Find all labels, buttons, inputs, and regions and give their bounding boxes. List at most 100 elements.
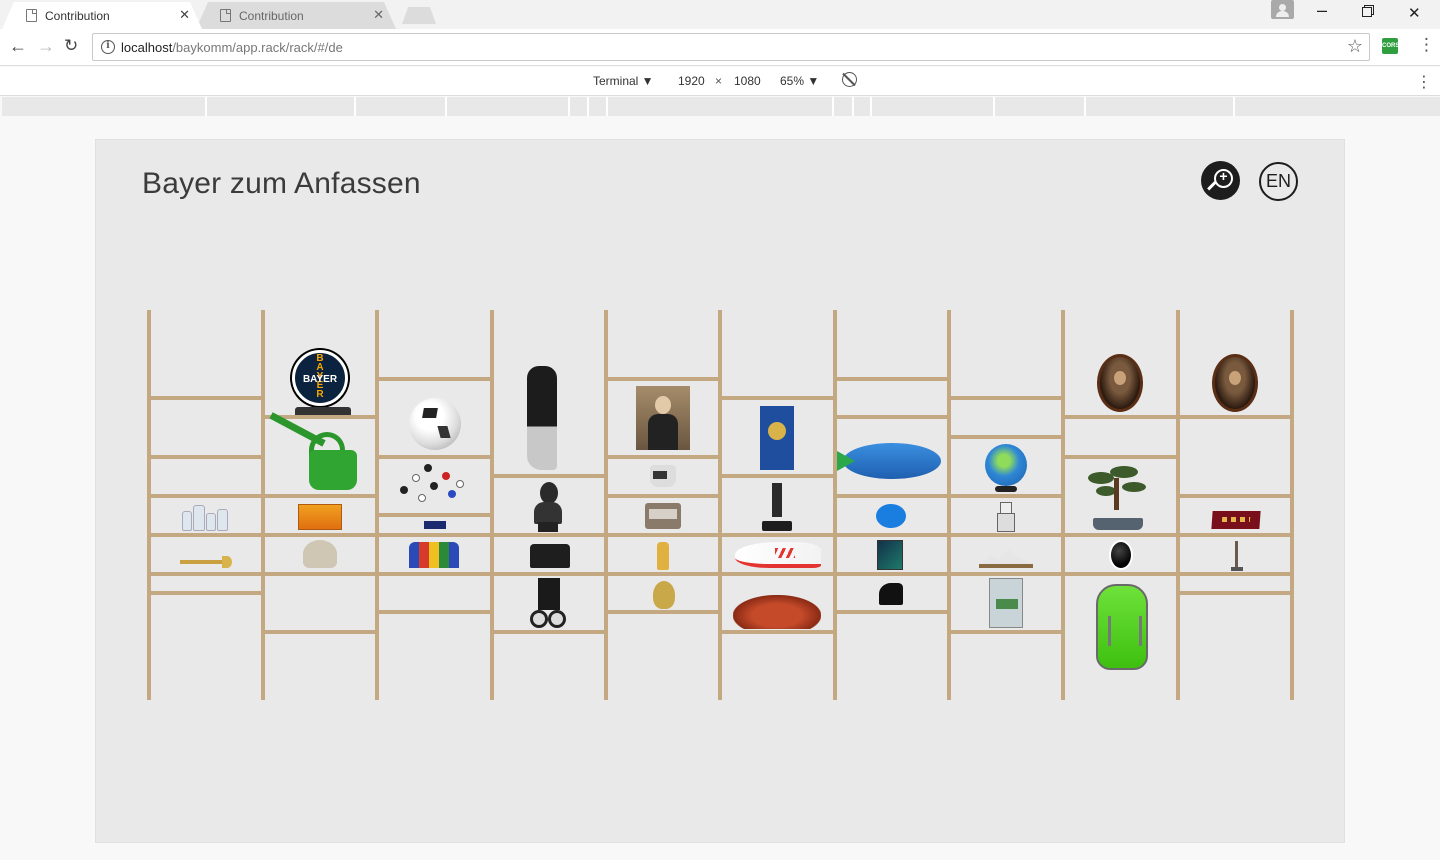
lab-bottles-object[interactable]: [180, 503, 230, 531]
tab-contribution[interactable]: Contribution ✕: [196, 2, 396, 29]
shelf-board: [1180, 572, 1290, 576]
shelf-board: [151, 396, 261, 400]
oval-portrait-object[interactable]: [1097, 354, 1143, 412]
black-stone-object[interactable]: [1109, 540, 1133, 570]
restore-icon[interactable]: [1362, 4, 1372, 21]
profile-icon[interactable]: [1271, 0, 1294, 19]
first-aid-kit-object[interactable]: [989, 578, 1023, 628]
football-object[interactable]: [409, 398, 461, 450]
shelf-board: [494, 630, 604, 634]
zeppelin-object[interactable]: [843, 443, 941, 479]
devtools-menu-icon[interactable]: ⋮: [1416, 72, 1432, 92]
browser-toolbar: ← → ↻ i localhost/baykomm/app.rack/rack/…: [0, 29, 1440, 66]
relief-model-object[interactable]: [979, 548, 1033, 568]
shelf-board: [722, 572, 833, 576]
shelf-board: [722, 630, 833, 634]
caduceus-object[interactable]: [1231, 541, 1243, 571]
shelf-board: [1065, 415, 1176, 419]
shelf-board: [837, 377, 947, 381]
app-title: Bayer zum Anfassen: [142, 167, 421, 200]
zoom-in-button[interactable]: +: [1201, 161, 1240, 200]
oval-portrait-object[interactable]: [1212, 354, 1258, 412]
cup-object[interactable]: [650, 465, 676, 487]
shelf-board: [1180, 533, 1290, 537]
medal-case-object[interactable]: [1211, 511, 1261, 529]
shelf-board: [722, 396, 833, 400]
shelf-board: [608, 455, 718, 459]
shelf-board: [1065, 533, 1176, 537]
shelf-board: [951, 630, 1061, 634]
back-icon[interactable]: ←: [9, 37, 27, 55]
golden-figure-object[interactable]: [653, 581, 675, 609]
tab-close-icon[interactable]: ✕: [179, 7, 190, 23]
star-icon[interactable]: ☆: [1347, 36, 1363, 57]
shelf-board: [265, 533, 375, 537]
reload-icon[interactable]: ↻: [64, 37, 78, 55]
window-close-icon[interactable]: ✕: [1408, 4, 1421, 22]
language-switch-button[interactable]: EN: [1259, 162, 1298, 201]
molecule-model-object[interactable]: [396, 462, 466, 506]
shelf-board: [379, 513, 490, 517]
dimension-separator: ×: [715, 74, 723, 88]
viewport-height-input[interactable]: 1080: [734, 74, 761, 88]
rack-post: [261, 310, 265, 700]
url-text[interactable]: localhost/baykomm/app.rack/rack/#/de: [121, 40, 343, 55]
page-icon: [220, 9, 231, 22]
shelf-board: [951, 396, 1061, 400]
orange-box-object[interactable]: [298, 504, 342, 530]
info-icon[interactable]: i: [101, 40, 115, 54]
bust-object[interactable]: [534, 482, 562, 532]
tab-label: Contribution: [45, 9, 110, 23]
microscope-object[interactable]: [760, 483, 794, 531]
bayer-logo-object[interactable]: BAYER BAYER: [292, 350, 348, 406]
forward-icon[interactable]: →: [37, 37, 55, 55]
rack-post: [1176, 310, 1180, 700]
shelf-board: [608, 610, 718, 614]
running-shoe-object[interactable]: [735, 542, 821, 568]
backpack-object[interactable]: [1096, 584, 1148, 670]
watering-can-object[interactable]: [309, 450, 357, 490]
address-bar[interactable]: i localhost/baykomm/app.rack/rack/#/de ☆: [92, 33, 1370, 61]
poster-object[interactable]: [760, 406, 794, 470]
leg-prosthesis-object[interactable]: [527, 366, 557, 470]
zoom-in-icon: +: [1219, 168, 1228, 184]
zoom-select[interactable]: 65% ▼: [780, 74, 819, 88]
crab-sculpture-object[interactable]: [733, 595, 821, 629]
shelf-board: [722, 474, 833, 478]
bonsai-object[interactable]: [1088, 466, 1148, 510]
radio-object[interactable]: [645, 503, 681, 529]
robot-object[interactable]: [995, 502, 1015, 532]
device-select[interactable]: Terminal ▼: [593, 74, 654, 88]
small-bottle-object[interactable]: [657, 542, 669, 570]
shelf-board: [837, 415, 947, 419]
bayer-cross-horizontal: BAYER: [302, 374, 338, 385]
shelf-board: [151, 455, 261, 459]
book-object[interactable]: [877, 540, 903, 570]
hat-object[interactable]: [303, 540, 337, 568]
shelf-board: [608, 572, 718, 576]
film-projector-object[interactable]: [530, 578, 568, 630]
tab-close-icon[interactable]: ✕: [373, 7, 384, 23]
viewport-width-input[interactable]: 1920: [678, 74, 705, 88]
tab-contribution-active[interactable]: Contribution ✕: [2, 2, 202, 29]
menu-icon[interactable]: ⋮: [1418, 36, 1435, 54]
typewriter-object[interactable]: [530, 544, 570, 568]
new-tab-button[interactable]: [402, 7, 436, 24]
shelf-board: [151, 533, 261, 537]
shelf-board: [608, 494, 718, 498]
toy-figures-object[interactable]: [409, 542, 459, 568]
rack-post: [490, 310, 494, 700]
trumpet-object[interactable]: [180, 556, 232, 568]
media-query-bar[interactable]: [2, 97, 1440, 116]
minimize-icon[interactable]: –: [1317, 0, 1327, 21]
rack-post: [1061, 310, 1065, 700]
rotate-icon[interactable]: [842, 72, 857, 87]
shelf-board: [494, 572, 604, 576]
seated-portrait-object[interactable]: [636, 386, 690, 450]
piano-object[interactable]: [879, 583, 903, 605]
globe-object[interactable]: [985, 444, 1027, 486]
nameplate-object[interactable]: [424, 521, 446, 529]
cors-extension-icon[interactable]: CORS: [1382, 38, 1399, 54]
piggy-bank-object[interactable]: [876, 504, 906, 528]
shelf-board: [837, 533, 947, 537]
